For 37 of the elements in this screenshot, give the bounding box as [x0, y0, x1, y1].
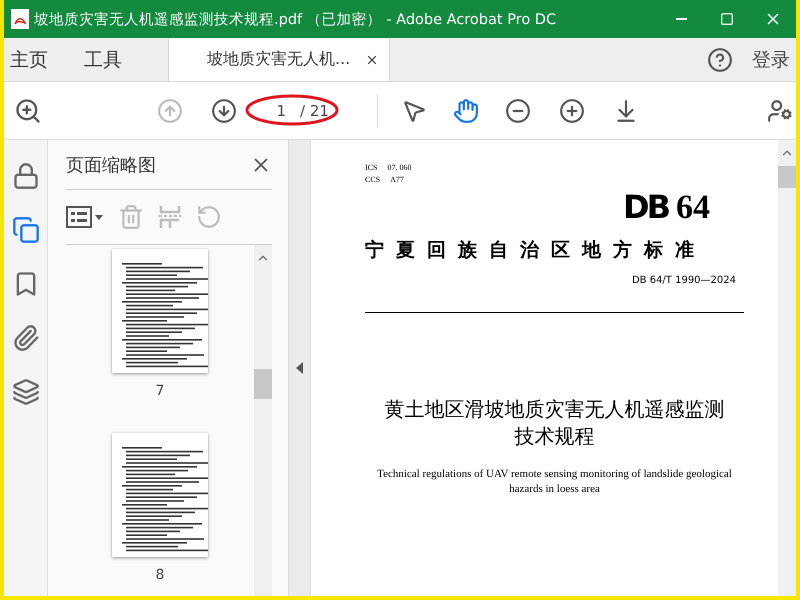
standard-code: DB: [623, 188, 668, 226]
page-number-field[interactable]: 1: [266, 100, 288, 120]
issuing-authority: 宁夏回族自治区地方标准: [365, 238, 707, 263]
standard-number: 64: [676, 189, 710, 227]
ics-label: ICS: [365, 162, 378, 174]
ics-code: 07. 060: [387, 162, 412, 174]
page-number: 8: [156, 567, 164, 583]
document-tab[interactable]: 坡地质灾害无人机...: [168, 38, 390, 81]
scrollbar[interactable]: [254, 245, 272, 596]
sign-in-button[interactable]: 登录: [736, 38, 796, 81]
standard-id: DB 64/T 1990—2024: [630, 275, 736, 286]
collapse-arrow-icon[interactable]: [296, 362, 304, 374]
page-number: 7: [156, 383, 164, 399]
ccs-label: CCS: [365, 174, 380, 186]
english-title: Technical regulations of UAV remote sensing monitoring of landslide geological hazards in loess area: [376, 467, 733, 497]
ccs-code: A77: [390, 174, 404, 186]
options-menu-icon[interactable]: [66, 205, 104, 229]
pages-icon[interactable]: [12, 216, 40, 244]
nav-tab[interactable]: 工具: [78, 38, 138, 81]
document-title: 技术规程: [514, 425, 596, 450]
scroll-thumb[interactable]: [778, 166, 796, 188]
tab-label: 坡地质灾害无人机...: [207, 49, 350, 70]
window-title: 坡地质灾害无人机遥感监测技术规程.pdf （已加密） - Adobe Acrobat Pro DC: [33, 10, 558, 28]
page-total: / 21: [300, 102, 329, 120]
scrollbar[interactable]: [778, 140, 796, 596]
nav-tab[interactable]: 主页: [4, 38, 64, 81]
attachment-icon[interactable]: [12, 324, 40, 352]
document-title: 黄土地区滑坡地质灾害无人机遥感监测: [384, 398, 726, 423]
panel-title: 页面缩略图: [66, 154, 156, 176]
minimize-icon: [676, 18, 686, 20]
scroll-thumb[interactable]: [254, 369, 272, 399]
maximize-icon: [720, 12, 734, 26]
pdf-file-icon: [10, 8, 30, 30]
page-thumbnail[interactable]: [112, 433, 208, 557]
page-thumbnail[interactable]: [112, 249, 208, 373]
lock-icon[interactable]: [12, 162, 40, 190]
layers-icon[interactable]: [12, 378, 40, 406]
